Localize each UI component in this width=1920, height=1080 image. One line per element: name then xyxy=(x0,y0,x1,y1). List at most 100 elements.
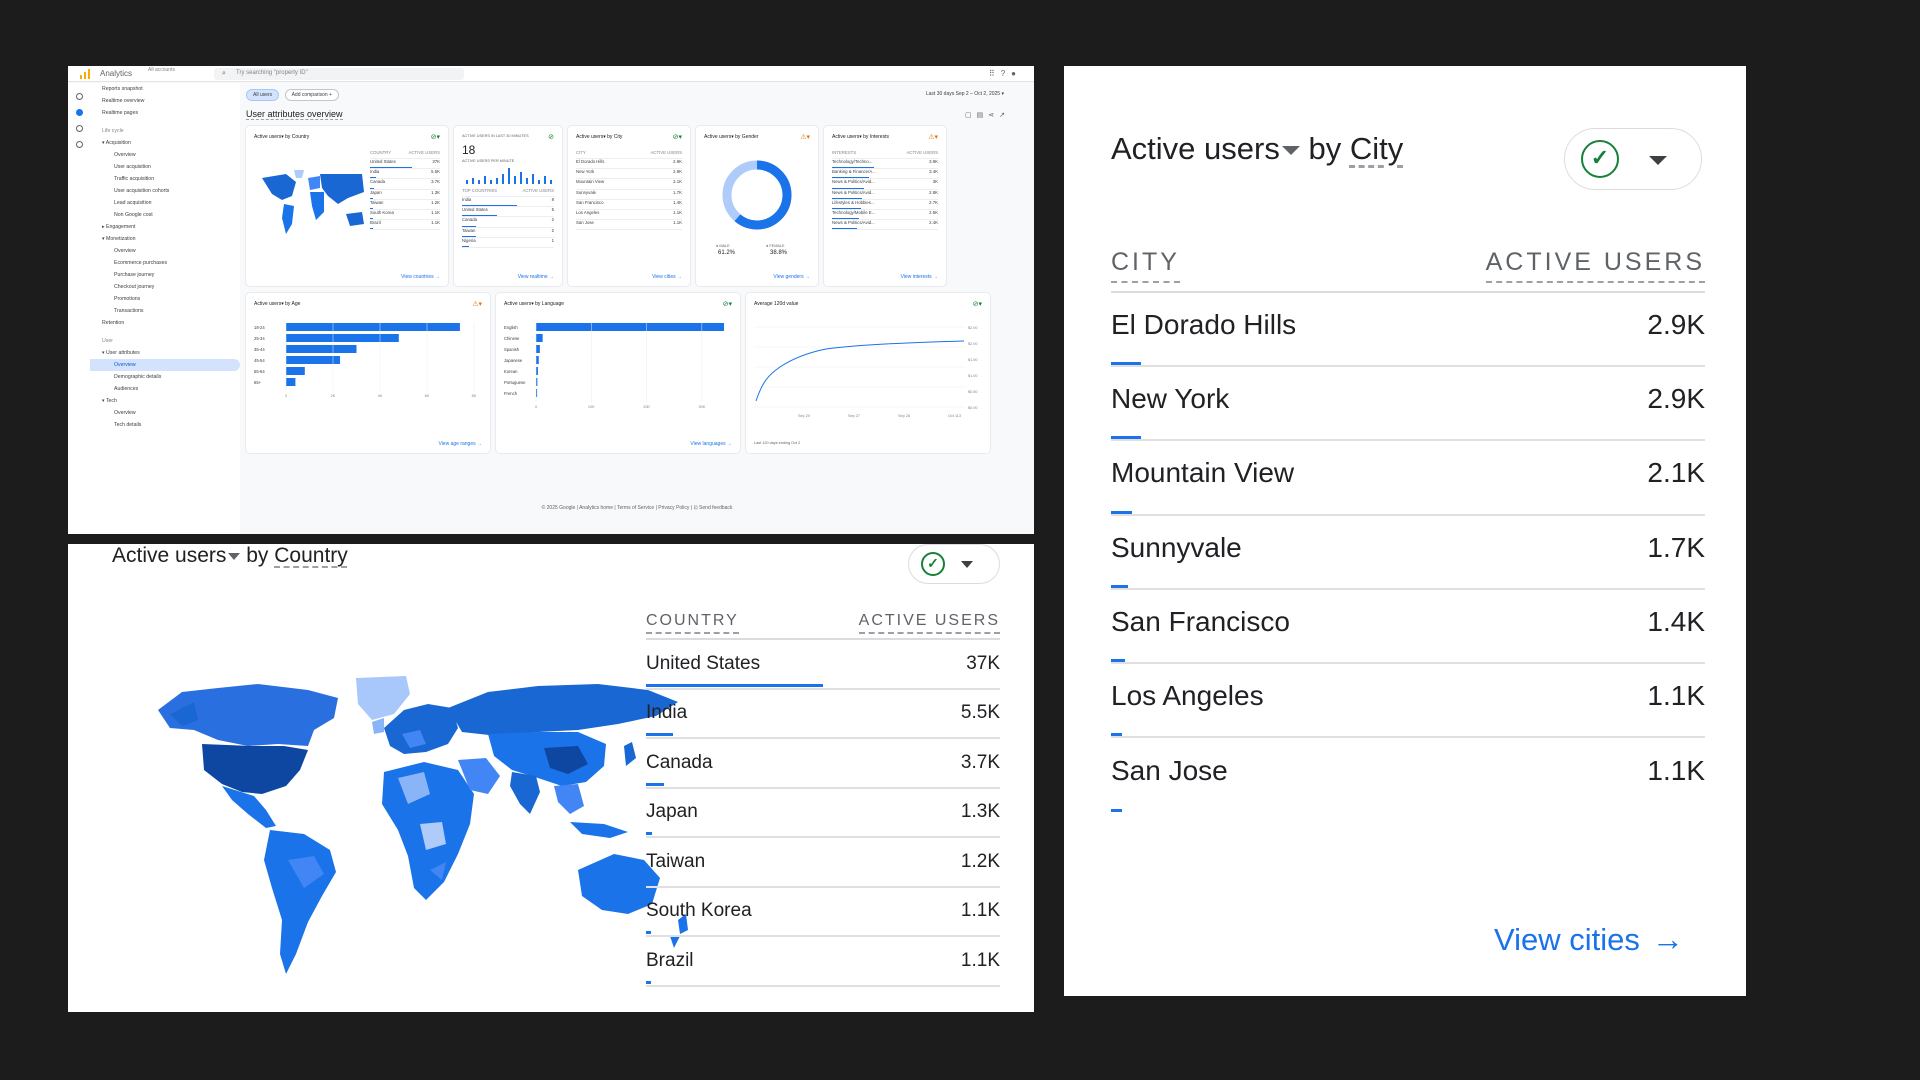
mini-row-value: 8 xyxy=(551,197,554,202)
table-row[interactable]: Sunnyvale 1.7K xyxy=(1111,516,1705,590)
sidebar-item[interactable]: Ecommerce purchases xyxy=(90,257,240,269)
status-ok-icon[interactable]: ⊘▾ xyxy=(973,300,982,308)
sidebar-item[interactable]: User acquisition xyxy=(90,161,240,173)
view-languages-link[interactable]: View languages → xyxy=(690,441,732,447)
help-icon[interactable]: ? xyxy=(1001,69,1011,78)
mini-row-label: Mountain View xyxy=(576,179,605,185)
sidebar-item[interactable]: Reports snapshot xyxy=(90,83,240,95)
col-country[interactable]: COUNTRY xyxy=(646,612,739,634)
status-ok-icon[interactable]: ⊘▾ xyxy=(673,133,682,141)
sidebar-item[interactable]: Transactions xyxy=(90,305,240,317)
apps-grid-icon[interactable]: ⠿ xyxy=(989,69,1001,78)
table-row[interactable]: San Jose 1.1K xyxy=(1111,738,1705,813)
reports-icon[interactable] xyxy=(76,109,83,116)
col-active-users[interactable]: ACTIVE USERS xyxy=(1485,248,1705,283)
bar-label: 65+ xyxy=(254,380,262,385)
home-icon[interactable] xyxy=(76,93,83,100)
view-cities-mini-link[interactable]: View cities → xyxy=(652,274,682,280)
table-row[interactable]: Canada 3.7K xyxy=(646,739,1000,789)
col-active-users[interactable]: ACTIVE USERS xyxy=(858,612,1000,634)
chip-all-users[interactable]: All users xyxy=(246,89,280,101)
status-ok-icon[interactable]: ⊘▾ xyxy=(723,300,732,308)
account-picker[interactable]: All accounts xyxy=(148,67,175,73)
sidebar-item[interactable]: Checkout journey xyxy=(90,281,240,293)
sidebar-item[interactable]: Lead acquisition xyxy=(90,197,240,209)
advertising-icon[interactable] xyxy=(76,141,83,148)
sidebar-item[interactable]: Tech details xyxy=(90,419,240,431)
view-age-ranges-link[interactable]: View age ranges → xyxy=(438,441,482,447)
check-circle-icon: ✓ xyxy=(921,552,945,576)
table-row[interactable]: New York 2.9K xyxy=(1111,367,1705,442)
sidebar-item[interactable]: ▾ Tech xyxy=(90,395,240,407)
dimension-selector[interactable]: City xyxy=(1350,131,1403,166)
status-ok-icon[interactable]: ⊘ xyxy=(548,133,554,141)
sidebar-item[interactable]: ▾ Monetization xyxy=(90,233,240,245)
view-genders-link[interactable]: View genders → xyxy=(773,274,810,280)
table-row[interactable]: Taiwan 1.2K xyxy=(646,838,1000,888)
title-action-icons[interactable]: ▢▤⋖↗ xyxy=(965,111,1010,119)
view-countries-link[interactable]: View countries → xyxy=(401,274,440,280)
warning-icon[interactable]: ⚠▾ xyxy=(472,300,482,308)
sidebar-item[interactable]: Realtime overview xyxy=(90,95,240,107)
view-interests-link[interactable]: View interests → xyxy=(901,274,938,280)
table-row[interactable]: India 5.5K xyxy=(646,690,1000,739)
col-city[interactable]: CITY xyxy=(1111,248,1180,283)
warning-icon[interactable]: ⚠▾ xyxy=(928,133,938,141)
view-cities-link[interactable]: View cities → xyxy=(1494,921,1684,958)
sidebar-item[interactable]: ▸ Engagement xyxy=(90,221,240,233)
top-icons[interactable]: ⠿?● xyxy=(989,69,1022,78)
status-ok-icon[interactable]: ⊘▾ xyxy=(431,133,440,141)
avatar[interactable]: ● xyxy=(1011,69,1022,78)
search-input[interactable]: ⌕ Try searching "property ID" xyxy=(214,68,464,80)
table-row[interactable]: San Francisco 1.4K xyxy=(1111,590,1705,664)
bar xyxy=(286,323,460,331)
table-row[interactable]: Los Angeles 1.1K xyxy=(1111,664,1705,739)
row-value: 1.4K xyxy=(1647,605,1705,637)
metric-selector[interactable]: Active users xyxy=(1111,131,1300,166)
city-card-zoom: Active users by City ✓ CITY ACTIVE USERS… xyxy=(1064,66,1746,996)
sidebar-item[interactable]: Retention xyxy=(90,317,240,329)
row-value: 1.3K xyxy=(960,801,1000,823)
sidebar-item[interactable]: Traffic acquisition xyxy=(90,173,240,185)
view-realtime-link[interactable]: View realtime → xyxy=(518,274,554,280)
sidebar-item[interactable]: Overview xyxy=(90,245,240,257)
add-comparison-button[interactable]: Add comparison + xyxy=(284,89,340,101)
insights-icon[interactable]: ↗ xyxy=(999,112,1010,119)
date-range-picker[interactable]: Last 30 days Sep 2 – Oct 2, 2025 ▾ xyxy=(926,91,1004,97)
metric-selector[interactable]: Active users xyxy=(112,544,241,567)
status-dropdown[interactable]: ✓ xyxy=(908,544,1000,584)
table-row[interactable]: Mountain View 2.1K xyxy=(1111,441,1705,516)
sidebar-item[interactable]: ▾ Acquisition xyxy=(90,137,240,149)
explore-icon[interactable] xyxy=(76,125,83,132)
x-tick-label: Sep 20 xyxy=(798,414,810,418)
table-row[interactable]: El Dorado Hills 2.9K xyxy=(1111,293,1705,368)
bar xyxy=(286,356,341,364)
warning-icon[interactable]: ⚠▾ xyxy=(800,133,810,141)
sidebar-item[interactable]: Purchase journey xyxy=(90,269,240,281)
sidebar-item[interactable]: Overview xyxy=(90,359,240,371)
sidebar-item[interactable]: Promotions xyxy=(90,293,240,305)
sidebar-item[interactable]: Audiences xyxy=(90,383,240,395)
sidebar-item[interactable]: User acquisition cohorts xyxy=(90,185,240,197)
compare-icon[interactable]: ▤ xyxy=(977,112,989,119)
table-row[interactable]: South Korea 1.1K xyxy=(646,888,1000,937)
customize-icon[interactable]: ▢ xyxy=(965,112,977,119)
row-share-bar xyxy=(1111,362,1141,366)
dimension-selector[interactable]: Country xyxy=(274,544,348,567)
mini-row-bar xyxy=(832,197,862,199)
sidebar-item[interactable]: ▾ User attributes xyxy=(90,347,240,359)
share-icon[interactable]: ⋖ xyxy=(988,112,999,119)
table-row[interactable]: Brazil 1.1K xyxy=(646,937,1000,987)
sidebar-item[interactable]: Non Google cost xyxy=(90,209,240,221)
x-tick-label: Sep 27 xyxy=(848,414,860,418)
status-dropdown[interactable]: ✓ xyxy=(1564,128,1702,190)
bar-label: English xyxy=(504,325,518,330)
table-row[interactable]: Japan 1.3K xyxy=(646,789,1000,838)
mini-row-value: 1.2K xyxy=(431,199,440,205)
sidebar-item[interactable]: Overview xyxy=(90,407,240,419)
sidebar-item[interactable]: Demographic details xyxy=(90,371,240,383)
mini-table-row: India 8 xyxy=(462,197,554,208)
sidebar-item[interactable]: Realtime pages xyxy=(90,107,240,119)
sidebar-item[interactable]: Overview xyxy=(90,149,240,161)
table-row[interactable]: United States 37K xyxy=(646,640,1000,690)
